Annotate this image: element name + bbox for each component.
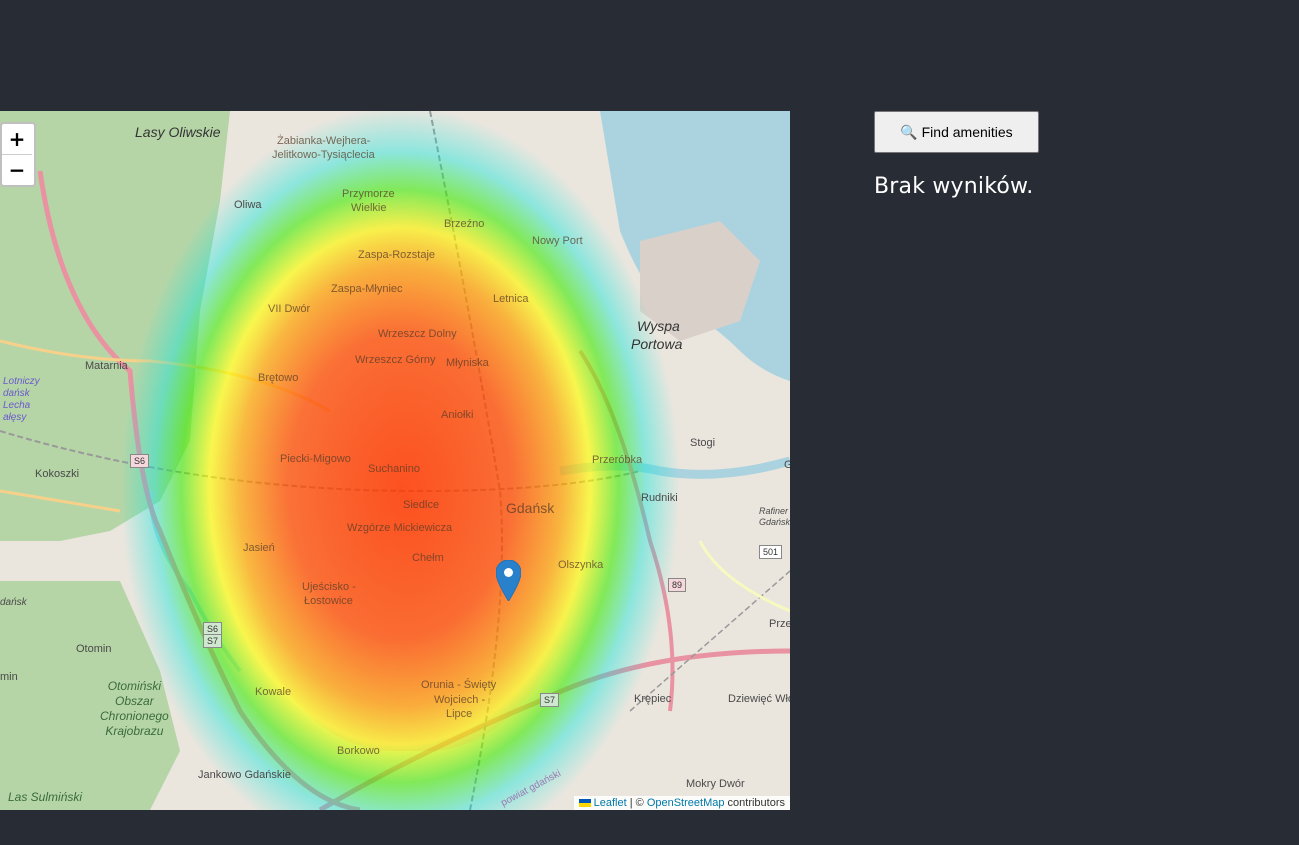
map-label: G bbox=[784, 459, 790, 471]
map-label: Aniołki bbox=[441, 409, 474, 421]
map-label: Matarnia bbox=[85, 360, 128, 372]
openstreetmap-link[interactable]: OpenStreetMap bbox=[647, 797, 725, 809]
map-label: Gdańsk bbox=[506, 500, 555, 516]
map-label: Letnica bbox=[493, 293, 529, 305]
map-label: Wrzeszcz Dolny bbox=[378, 328, 457, 340]
road-shield: S6 bbox=[130, 454, 150, 468]
map-label: Dziewięć Włó bbox=[728, 693, 790, 705]
map-label: Lasy Oliwskie bbox=[135, 124, 221, 140]
map-label: Jelitkowo-Tysiąclecia bbox=[272, 149, 375, 161]
road-shield: S7 bbox=[540, 693, 560, 707]
zoom-control: + − bbox=[0, 122, 36, 187]
map-label: dańsk bbox=[3, 388, 30, 399]
map-label: Wojciech - bbox=[434, 694, 486, 706]
map-label: Stogi bbox=[690, 437, 716, 449]
map-label: Jasień bbox=[243, 542, 275, 554]
map-label: ałęsy bbox=[3, 412, 27, 423]
map-label: Rudniki bbox=[641, 492, 678, 504]
map-label: Łostowice bbox=[304, 595, 353, 607]
map-label: Lipce bbox=[446, 708, 473, 720]
map-label: Borkowo bbox=[337, 745, 380, 757]
map-label: Kowale bbox=[255, 686, 292, 698]
map-view[interactable]: Lasy Oliwskie Żabianka-Wejhera- Jelitkow… bbox=[0, 111, 790, 810]
location-marker-icon[interactable] bbox=[496, 560, 521, 601]
results-status: Brak wyników. bbox=[874, 174, 1034, 199]
map-label: Mokry Dwór bbox=[686, 778, 745, 790]
map-label: Wielkie bbox=[351, 202, 387, 214]
map-label: Orunia - Święty bbox=[421, 679, 497, 691]
map-label: VII Dwór bbox=[268, 303, 311, 315]
map-label: Siedlce bbox=[403, 499, 440, 511]
map-label: Lecha bbox=[3, 400, 31, 411]
find-amenities-button[interactable]: 🔍 Find amenities bbox=[874, 111, 1039, 153]
map-label: Wyspa bbox=[637, 318, 680, 334]
map-label: Portowa bbox=[631, 336, 683, 352]
road-shield: 89 bbox=[668, 578, 687, 592]
map-label: Młyniska bbox=[446, 357, 489, 369]
map-label: Otomin bbox=[76, 643, 112, 655]
map-label: Otomiński Obszar Chronionego Krajobrazu bbox=[100, 679, 169, 738]
map-label: Gdańsk bbox=[759, 517, 790, 527]
map-label: Prze bbox=[769, 618, 790, 630]
map-label: Przeróbka bbox=[592, 454, 643, 466]
map-label: Ujeścisko - bbox=[302, 581, 356, 593]
map-label: Rafiner bbox=[759, 506, 789, 516]
map-label: Lotniczy bbox=[3, 376, 40, 387]
road-shield: 501 bbox=[759, 545, 783, 559]
leaflet-link[interactable]: Leaflet bbox=[594, 797, 627, 809]
map-label: Chełm bbox=[412, 552, 444, 564]
map-label: Zaspa-Młyniec bbox=[331, 283, 403, 295]
map-label: Olszynka bbox=[558, 559, 604, 571]
map-label: Brętowo bbox=[258, 372, 299, 384]
map-label: dańsk bbox=[0, 597, 27, 608]
attribution-suffix: contributors bbox=[724, 797, 785, 809]
ukraine-flag-icon bbox=[578, 799, 591, 808]
map-label: Nowy Port bbox=[532, 235, 583, 247]
map-attribution: Leaflet | © OpenStreetMap contributors bbox=[573, 796, 790, 810]
map-label: Suchanino bbox=[368, 463, 420, 475]
map-label: Kokoszki bbox=[35, 468, 80, 480]
map-label: Wzgórze Mickiewicza bbox=[347, 522, 453, 534]
attribution-separator: | © bbox=[626, 797, 647, 809]
map-label: Piecki-Migowo bbox=[280, 453, 351, 465]
map-label: min bbox=[0, 671, 18, 683]
map-label: Krępiec bbox=[634, 693, 672, 705]
map-label: Oliwa bbox=[234, 199, 262, 211]
map-label: Wrzeszcz Górny bbox=[355, 354, 436, 366]
map-label: Brzeźno bbox=[444, 218, 485, 230]
map-label: Jankowo Gdańskie bbox=[198, 769, 291, 781]
map-label: Zaspa-Rozstaje bbox=[358, 249, 436, 261]
road-shield: S7 bbox=[203, 634, 223, 648]
map-label: Żabianka-Wejhera- bbox=[277, 135, 371, 147]
map-label: Las Sulmiński bbox=[8, 790, 83, 804]
map-label: Przymorze bbox=[342, 188, 395, 200]
zoom-out-button[interactable]: − bbox=[2, 154, 32, 185]
zoom-in-button[interactable]: + bbox=[2, 124, 32, 154]
